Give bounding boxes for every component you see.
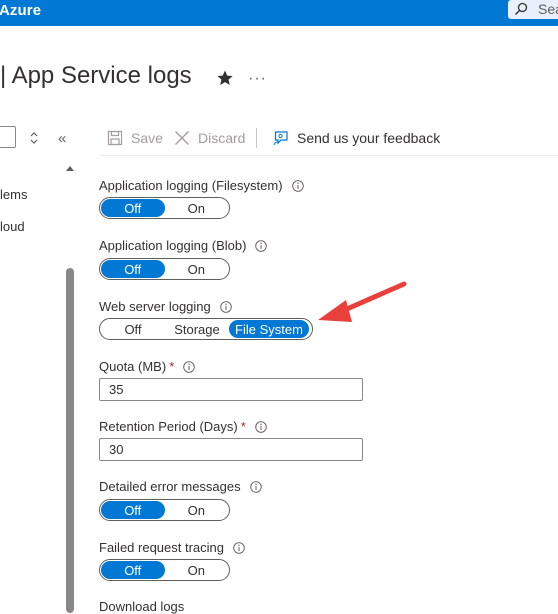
nav-item-problems[interactable]: lems <box>0 187 27 202</box>
info-icon[interactable] <box>291 179 304 192</box>
quota-label: Quota (MB) * <box>99 359 196 374</box>
web-server-logging-off[interactable]: Off <box>101 320 165 338</box>
brand-name[interactable]: Azure <box>0 2 41 19</box>
save-label: Save <box>131 130 163 146</box>
quota-text: Quota (MB) <box>99 359 167 374</box>
web-server-logging-storage[interactable]: Storage <box>165 320 229 338</box>
app-logging-blob-text: Application logging (Blob) <box>99 238 247 253</box>
app-logging-blob-label: Application logging (Blob) <box>99 238 268 253</box>
info-icon[interactable] <box>233 541 245 554</box>
detailed-errors-label: Detailed error messages <box>99 479 262 494</box>
download-logs-text: Download logs <box>99 599 185 614</box>
collapse-nav-icon[interactable]: « <box>58 130 66 147</box>
retention-value: 30 <box>109 442 124 457</box>
page-title: | App Service logs <box>0 62 192 89</box>
feedback-label: Send us your feedback <box>297 130 441 146</box>
detailed-errors-text: Detailed error messages <box>99 479 241 494</box>
info-icon[interactable] <box>255 420 267 433</box>
discard-button[interactable]: Discard <box>174 128 245 148</box>
sort-icon[interactable] <box>29 131 39 145</box>
web-server-logging-label: Web server logging <box>99 299 232 314</box>
web-server-logging-toggle: Off Storage File System <box>99 318 313 340</box>
top-bar: Azure Sea <box>0 0 558 26</box>
web-server-logging-text: Web server logging <box>99 299 211 314</box>
info-icon[interactable] <box>183 360 196 373</box>
failed-request-on[interactable]: On <box>165 561 229 579</box>
app-logging-fs-toggle: Off On <box>99 197 230 219</box>
failed-request-text: Failed request tracing <box>99 540 225 555</box>
detailed-errors-toggle: Off On <box>99 499 230 521</box>
star-icon[interactable] <box>216 69 234 87</box>
detailed-errors-on[interactable]: On <box>165 501 229 519</box>
scroll-up-arrow-icon[interactable] <box>66 166 74 171</box>
discard-label: Discard <box>198 130 246 146</box>
failed-request-toggle: Off On <box>99 559 230 581</box>
app-logging-fs-on[interactable]: On <box>165 199 229 217</box>
info-icon[interactable] <box>220 300 232 313</box>
save-icon <box>107 130 123 146</box>
search-box[interactable]: Sea <box>508 0 558 19</box>
app-logging-fs-off[interactable]: Off <box>101 199 165 217</box>
search-placeholder: Sea <box>538 1 558 17</box>
app-logging-fs-text: Application logging (Filesystem) <box>99 178 283 193</box>
app-logging-blob-off[interactable]: Off <box>101 260 165 278</box>
info-icon[interactable] <box>249 480 262 493</box>
failed-request-label: Failed request tracing <box>99 540 245 555</box>
quota-required-marker: * <box>169 359 175 374</box>
detailed-errors-off[interactable]: Off <box>101 501 165 519</box>
retention-required-marker: * <box>240 419 246 434</box>
feedback-icon <box>273 131 288 146</box>
nav-search-input[interactable] <box>0 126 16 148</box>
info-icon[interactable] <box>255 239 268 252</box>
quota-value: 35 <box>109 382 124 397</box>
retention-label: Retention Period (Days) * <box>99 419 267 434</box>
app-logging-fs-label: Application logging (Filesystem) <box>99 178 304 193</box>
retention-input[interactable]: 30 <box>99 438 363 461</box>
toolbar-separator <box>256 128 257 148</box>
retention-text: Retention Period (Days) <box>99 419 238 434</box>
annotation-arrow-icon <box>318 281 407 322</box>
download-logs-heading: Download logs <box>99 599 184 614</box>
feedback-button[interactable]: Send us your feedback <box>273 128 440 148</box>
failed-request-off[interactable]: Off <box>101 561 165 579</box>
app-logging-blob-on[interactable]: On <box>165 260 229 278</box>
scroll-thumb[interactable] <box>66 268 74 613</box>
web-server-logging-filesystem[interactable]: File System <box>229 320 309 338</box>
quota-input[interactable]: 35 <box>99 378 363 401</box>
toolbar-divider <box>99 155 558 156</box>
nav-item-cloud[interactable]: loud <box>0 219 25 234</box>
discard-icon <box>175 131 189 145</box>
app-logging-blob-toggle: Off On <box>99 258 230 280</box>
search-icon <box>515 2 528 15</box>
more-options-icon[interactable]: ··· <box>248 70 267 88</box>
save-button[interactable]: Save <box>107 128 163 148</box>
